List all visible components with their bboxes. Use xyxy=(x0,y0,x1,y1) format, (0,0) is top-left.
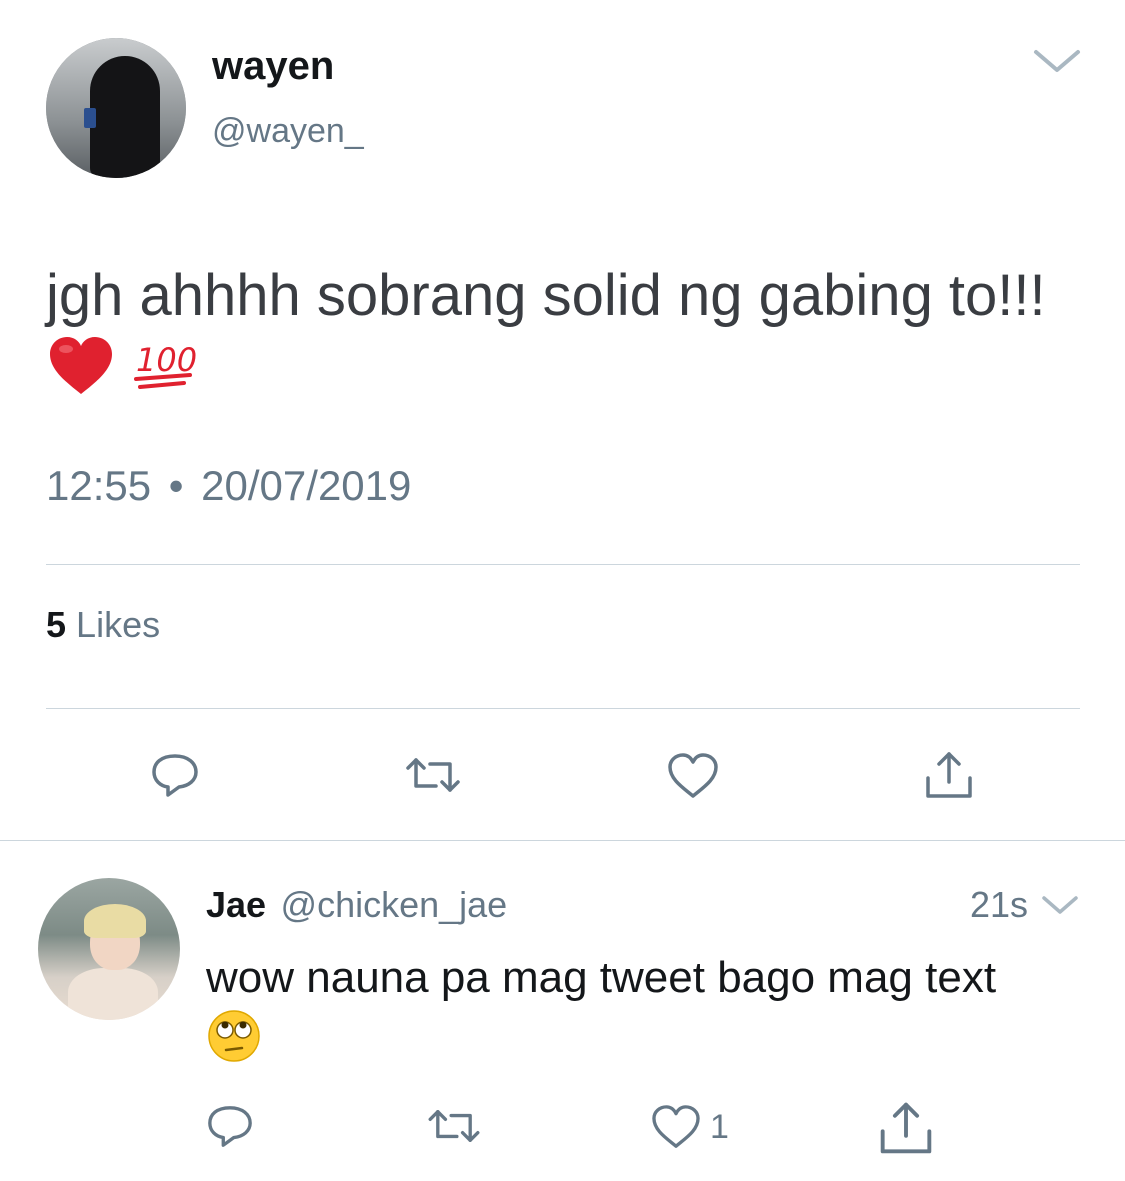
divider xyxy=(46,564,1080,565)
reply-icon[interactable] xyxy=(148,750,202,800)
face-with-rolling-eyes-icon xyxy=(208,1010,260,1063)
chevron-down-icon[interactable] xyxy=(1032,46,1082,76)
reply-text: wow nauna pa mag tweet bago mag text xyxy=(206,950,1026,1064)
author-name[interactable]: wayen xyxy=(212,44,334,89)
tweet-text: jgh ahhhh sobrang solid ng gabing to!!! … xyxy=(46,262,1046,402)
reply-header: Jae @chicken_jae xyxy=(206,884,507,926)
share-icon[interactable] xyxy=(922,748,976,802)
retweet-icon[interactable] xyxy=(424,1106,484,1146)
hundred-points-icon: 100 xyxy=(134,341,196,389)
reply-author-handle[interactable]: @chicken_jae xyxy=(281,884,508,925)
share-icon[interactable] xyxy=(876,1098,936,1158)
chevron-down-icon[interactable] xyxy=(1040,892,1080,918)
tweet-date: 20/07/2019 xyxy=(201,462,412,509)
reply-author-name[interactable]: Jae xyxy=(206,884,266,925)
likes-count: 5 xyxy=(46,604,67,645)
like-icon[interactable] xyxy=(666,752,720,800)
tweet-body: jgh ahhhh sobrang solid ng gabing to!!! xyxy=(46,263,1046,328)
timestamp: 12:55 • 20/07/2019 xyxy=(46,462,411,510)
reply-body: wow nauna pa mag tweet bago mag text xyxy=(206,953,997,1002)
reply-like-group[interactable]: 1 xyxy=(650,1104,729,1150)
divider xyxy=(46,708,1080,709)
tweet-time: 12:55 xyxy=(46,462,152,509)
author-handle[interactable]: @wayen_ xyxy=(212,112,364,151)
likes-summary[interactable]: 5 Likes xyxy=(46,604,160,646)
retweet-icon[interactable] xyxy=(402,754,464,796)
red-heart-icon xyxy=(50,336,112,394)
reply-avatar[interactable] xyxy=(38,878,180,1020)
reply-like-count: 1 xyxy=(710,1107,729,1146)
separator: • xyxy=(168,462,184,509)
avatar[interactable] xyxy=(46,38,186,178)
reply-time: 21s xyxy=(969,884,1028,925)
reply-icon[interactable] xyxy=(204,1102,256,1150)
likes-label: Likes xyxy=(76,604,161,645)
like-icon[interactable] xyxy=(650,1104,702,1150)
divider xyxy=(0,840,1125,841)
